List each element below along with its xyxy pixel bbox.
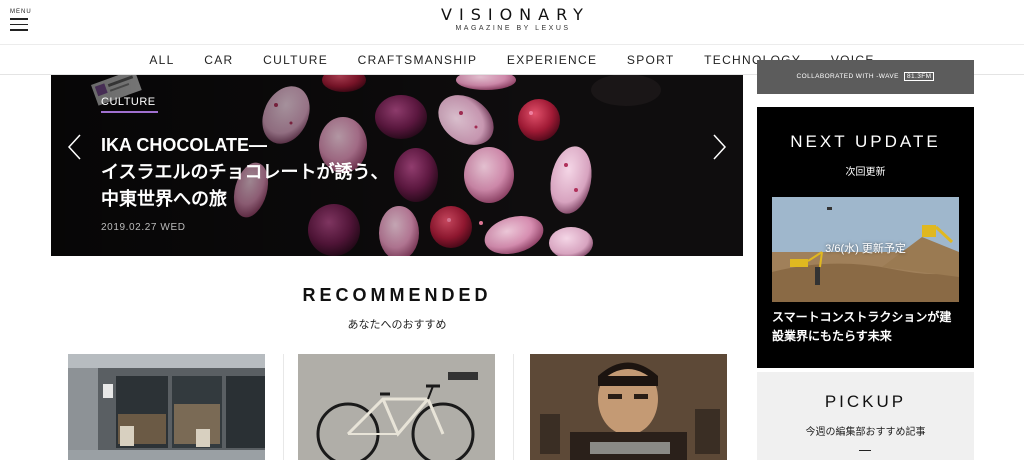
site-header: MENU VISIONARY MAGAZINE BY LEXUS <box>0 0 1024 44</box>
hero-category[interactable]: CULTURE <box>101 96 156 108</box>
nav-item-craftsmanship[interactable]: CRAFTSMANSHIP <box>358 53 478 67</box>
next-update-caption[interactable]: スマートコンストラクションが建設業界にもたらす未来 <box>772 308 962 346</box>
site-logo-subtitle: MAGAZINE BY LEXUS <box>455 25 571 32</box>
nav-item-car[interactable]: CAR <box>204 53 233 67</box>
pickup-subtitle: 今週の編集部おすすめ記事 <box>805 427 926 438</box>
next-update-date-label: 3/6(水) 更新予定 <box>825 243 906 255</box>
hero-category-underline <box>101 111 158 113</box>
radio-collab-banner[interactable]: COLLABORATED WITH -WAVE 81.3FM <box>757 60 974 94</box>
pickup-title: PICKUP <box>824 392 907 411</box>
next-update-title: NEXT UPDATE <box>790 132 941 151</box>
banner-station: -WAVE <box>876 73 899 80</box>
next-update-image[interactable]: 3/6(水) 更新予定 <box>772 197 959 302</box>
next-update-subtitle: 次回更新 <box>845 167 886 178</box>
nav-item-experience[interactable]: EXPERIENCE <box>507 53 597 67</box>
hero-date: 2019.02.27 WED <box>101 222 186 233</box>
recommended-card-bicycle[interactable] <box>298 354 495 460</box>
recommended-heading: RECOMMENDED <box>302 285 492 305</box>
banner-frequency: 81.3FM <box>904 72 935 81</box>
next-update-panel[interactable]: NEXT UPDATE 次回更新 3/6(水) 更新予定 スマートコンストラクシ… <box>757 107 974 368</box>
banner-prefix: COLLABORATED WITH <box>796 73 874 80</box>
recommended-card-storefront[interactable] <box>68 354 265 460</box>
site-logo[interactable]: VISIONARY <box>0 5 1024 24</box>
chevron-left-icon[interactable] <box>65 132 85 162</box>
hero-title-line: 中東世界への旅 <box>101 189 227 209</box>
nav-item-culture[interactable]: CULTURE <box>263 53 328 67</box>
hero-title-line: イスラエルのチョコレートが誘う、 <box>101 162 389 182</box>
recommended-subheading: あなたへのおすすめ <box>347 319 447 331</box>
pickup-panel: PICKUP 今週の編集部おすすめ記事 <box>757 372 974 460</box>
recommended-card-portrait[interactable] <box>530 354 727 460</box>
nav-item-all[interactable]: ALL <box>149 53 174 67</box>
banner-text: COLLABORATED WITH -WAVE 81.3FM <box>757 72 974 81</box>
card-divider <box>513 354 514 460</box>
hero-title[interactable]: IKA CHOCOLATE— イスラエルのチョコレートが誘う、 中東世界への旅 <box>101 132 401 213</box>
nav-item-sport[interactable]: SPORT <box>627 53 675 67</box>
storefront-image <box>68 354 265 460</box>
pickup-divider <box>859 450 871 451</box>
hero-title-line: IKA CHOCOLATE— <box>101 135 267 155</box>
bicycle-image <box>298 354 495 460</box>
craftsman-portrait-image <box>530 354 727 460</box>
hero-carousel[interactable]: CULTURE IKA CHOCOLATE— イスラエルのチョコレートが誘う、 … <box>51 75 743 256</box>
card-divider <box>283 354 284 460</box>
chevron-right-icon[interactable] <box>709 132 729 162</box>
